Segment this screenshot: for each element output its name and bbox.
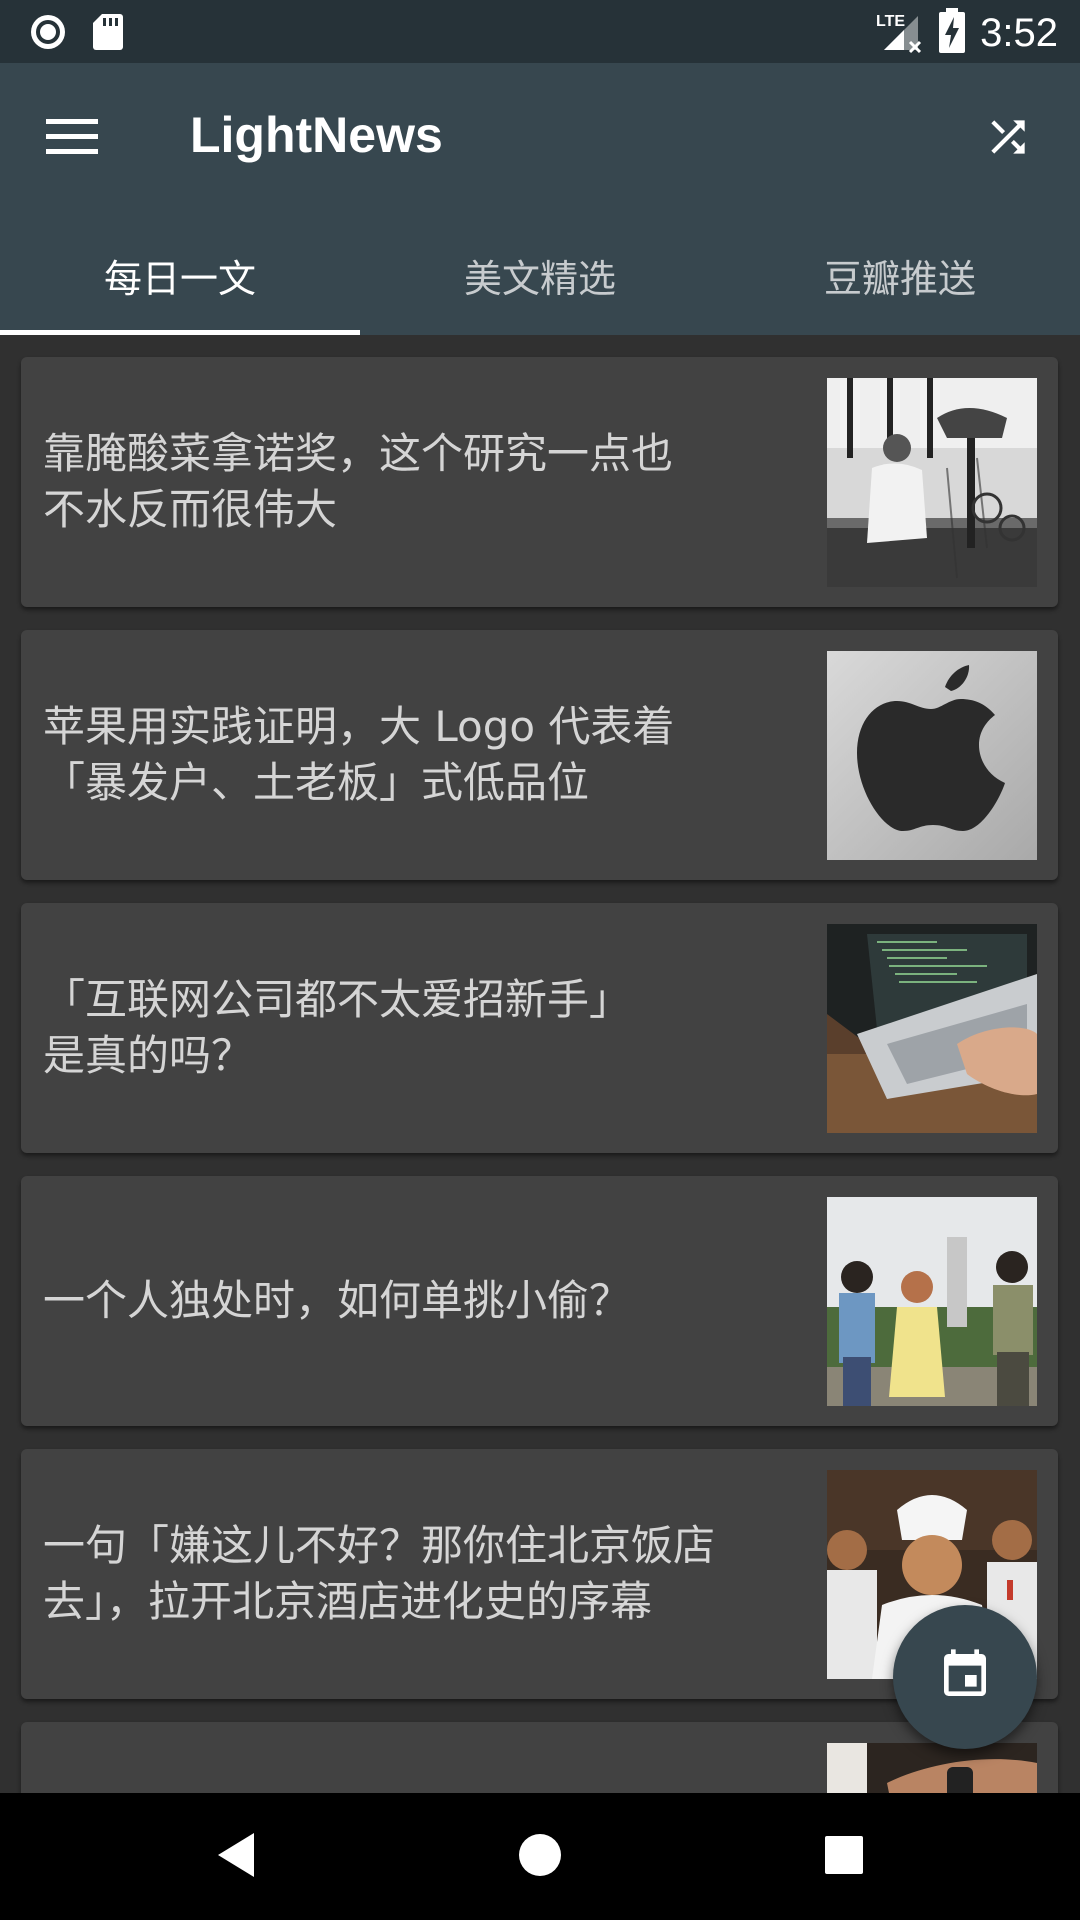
scientist-laboratory-photo bbox=[827, 378, 1037, 587]
shuffle-icon bbox=[983, 112, 1033, 166]
article-card[interactable]: 一个人独处时，如何单挑小偷？ bbox=[21, 1176, 1058, 1426]
home-icon bbox=[518, 1833, 562, 1881]
article-card[interactable]: 苹果用实践证明，大 Logo 代表着 「暴发户、土老板」式低品位 bbox=[21, 630, 1058, 880]
app-bar: LightNews 每日一文 美文精选 豆瓣推送 bbox=[0, 63, 1080, 335]
article-title: 苹果用实践证明，大 Logo 代表着 「暴发户、土老板」式低品位 bbox=[43, 702, 675, 807]
home-button[interactable] bbox=[504, 1821, 576, 1893]
clock: 3:52 bbox=[980, 11, 1058, 55]
navigation-bar bbox=[0, 1793, 1080, 1920]
signal-icon: LTE bbox=[874, 6, 924, 60]
article-title bbox=[43, 1722, 823, 1793]
menu-icon bbox=[46, 117, 98, 161]
app-title: LightNews bbox=[190, 107, 443, 163]
tab-daily-article[interactable]: 每日一文 bbox=[0, 215, 360, 335]
status-bar: LTE 3:52 bbox=[0, 0, 1080, 63]
recents-button[interactable] bbox=[808, 1821, 880, 1893]
article-list[interactable]: 靠腌酸菜拿诺奖，这个研究一点也 不水反而很伟大 苹果用实践证明，大 Logo 代… bbox=[0, 335, 1080, 1793]
recents-icon bbox=[824, 1835, 864, 1879]
people-outdoor-photo bbox=[827, 1197, 1037, 1406]
sd-card-icon bbox=[92, 12, 124, 56]
tab-douban-push[interactable]: 豆瓣推送 bbox=[720, 215, 1080, 335]
article-card[interactable] bbox=[21, 1722, 1058, 1793]
tab-label: 美文精选 bbox=[463, 256, 616, 301]
network-label: LTE bbox=[876, 13, 905, 30]
article-title: 一句「嫌这儿不好？那你住北京饭店 去」，拉开北京酒店进化史的序幕 bbox=[43, 1521, 716, 1626]
laptop-code-photo bbox=[827, 924, 1037, 1133]
screen: LTE 3:52 LightNews 每日一文 美文精选 豆瓣推送 靠腌酸菜拿诺… bbox=[0, 0, 1080, 1920]
record-icon bbox=[28, 12, 68, 56]
tab-featured-essays[interactable]: 美文精选 bbox=[360, 215, 720, 335]
article-title: 「互联网公司都不太爱招新手」 是真的吗？ bbox=[43, 975, 632, 1080]
tab-bar: 每日一文 美文精选 豆瓣推送 bbox=[0, 215, 1080, 335]
tab-label: 豆瓣推送 bbox=[823, 256, 976, 301]
article-card[interactable]: 「互联网公司都不太爱招新手」 是真的吗？ bbox=[21, 903, 1058, 1153]
back-icon bbox=[214, 1831, 258, 1883]
shuffle-button[interactable] bbox=[966, 97, 1050, 181]
tab-label: 每日一文 bbox=[103, 256, 256, 301]
calendar-fab-button[interactable] bbox=[893, 1605, 1037, 1749]
apple-logo-photo bbox=[827, 651, 1037, 860]
menu-button[interactable] bbox=[30, 97, 114, 181]
article-title: 靠腌酸菜拿诺奖，这个研究一点也 不水反而很伟大 bbox=[43, 429, 674, 534]
article-title: 一个人独处时，如何单挑小偷？ bbox=[43, 1276, 632, 1325]
battery-charging-icon bbox=[938, 8, 966, 58]
article-card[interactable]: 靠腌酸菜拿诺奖，这个研究一点也 不水反而很伟大 bbox=[21, 357, 1058, 607]
calendar-icon bbox=[937, 1647, 993, 1707]
back-button[interactable] bbox=[200, 1821, 272, 1893]
hand-watch-photo bbox=[827, 1743, 1037, 1793]
